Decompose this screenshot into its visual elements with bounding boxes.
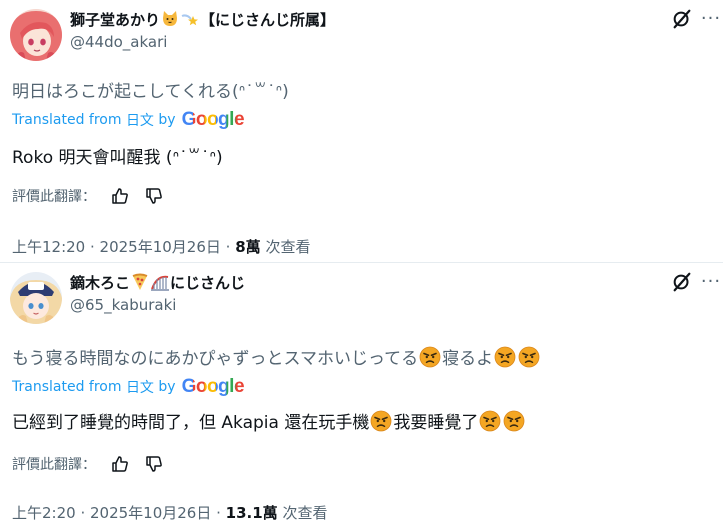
name-suffix[interactable]: にじさんじ [170, 272, 245, 293]
grok-slash-icon[interactable] [671, 271, 693, 293]
source-language: 日文 [125, 380, 154, 396]
more-options-icon[interactable]: ··· [699, 8, 723, 30]
views-count: 8萬 [235, 238, 261, 256]
angry-face-emoji-icon [518, 346, 540, 368]
rate-translation-label: 評價此翻譯： [12, 457, 96, 473]
tweet-meta: 上午2:20 · 2025年10月26日 · 13.1萬 次查看 [12, 504, 328, 522]
thumbs-up-icon[interactable] [110, 186, 130, 206]
pizza-emoji-icon [132, 273, 148, 290]
handle[interactable]: @44do_akari [70, 33, 167, 51]
display-name[interactable]: 鏑木ろこ [70, 272, 130, 293]
original-text: 明日はろこが起こしてくれる(ᐢ˙꒳˙ᐢ) [12, 82, 289, 102]
thumbs-down-icon[interactable] [144, 454, 164, 474]
translated-from-prefix: Translated from [12, 379, 122, 395]
angry-face-emoji-icon [419, 346, 441, 368]
translated-from-google[interactable]: Translated from 日文 by Google [12, 376, 245, 398]
views-label: 次查看 [282, 504, 328, 522]
google-logo: Google [181, 376, 245, 398]
grok-slash-icon[interactable] [671, 8, 693, 30]
angry-face-emoji-icon [479, 410, 501, 432]
angry-face-emoji-icon [494, 346, 516, 368]
tweet-2[interactable]: 鏑木ろこ にじさんじ @65_kaburaki ··· もう寝る時間なのにあかぴ… [0, 263, 723, 525]
avatar[interactable] [10, 9, 62, 61]
rate-translation-row: 評價此翻譯： [12, 454, 164, 474]
cat-face-emoji-icon [163, 11, 178, 26]
translated-text: 已經到了睡覺的時間了，但 Akapia 還在玩手機 我要睡覺了 [12, 408, 526, 433]
roller-coaster-emoji-icon [151, 275, 170, 291]
angry-face-emoji-icon [370, 410, 392, 432]
original-text: もう寝る時間なのにあかぴゃずっとスマホいじってる 寝るよ [12, 344, 541, 369]
more-options-icon[interactable]: ··· [699, 271, 723, 293]
translated-text: Roko 明天會叫醒我 (ᐢ˙꒳˙ᐢ) [12, 148, 223, 168]
tweet-1[interactable]: 獅子堂あかり 【にじさんじ所属】 @44do_akari ··· 明日はろこが起… [0, 0, 723, 262]
display-name-row[interactable]: 獅子堂あかり 【にじさんじ所属】 [70, 8, 335, 30]
handle[interactable]: @65_kaburaki [70, 296, 176, 314]
translated-text-part-a: 已經到了睡覺的時間了，但 Akapia 還在玩手機 [12, 413, 370, 433]
tweet-date[interactable]: 2025年10月26日 [100, 238, 221, 256]
google-letters: Google [181, 109, 245, 130]
views-label: 次查看 [265, 238, 311, 256]
avatar-image [10, 9, 62, 61]
display-name[interactable]: 獅子堂あかり [70, 9, 160, 30]
google-logo: Google [181, 109, 245, 131]
source-language: 日文 [125, 113, 154, 129]
by-label: by [158, 112, 176, 128]
translated-from-google[interactable]: Translated from 日文 by Google [12, 109, 245, 131]
translated-from-prefix: Translated from [12, 112, 122, 128]
angry-face-emoji-icon [503, 410, 525, 432]
by-label: by [158, 379, 176, 395]
avatar-image [10, 272, 62, 324]
thumbs-up-icon[interactable] [110, 454, 130, 474]
avatar[interactable] [10, 272, 62, 324]
original-text-part-b: 寝るよ [442, 349, 494, 369]
shooting-star-emoji-icon [181, 14, 199, 26]
rate-translation-label: 評價此翻譯： [12, 189, 96, 205]
display-name-row[interactable]: 鏑木ろこ にじさんじ [70, 271, 245, 293]
thumbs-down-icon[interactable] [144, 186, 164, 206]
original-text-part-a: もう寝る時間なのにあかぴゃずっとスマホいじってる [12, 349, 419, 369]
google-letters: Google [181, 376, 245, 397]
tweet-meta: 上午12:20 · 2025年10月26日 · 8萬 次查看 [12, 238, 311, 256]
views-count: 13.1萬 [225, 504, 278, 522]
tweet-time[interactable]: 上午12:20 [12, 238, 85, 256]
affiliation-label[interactable]: 【にじさんじ所属】 [200, 9, 335, 30]
translated-text-part-b: 我要睡覺了 [393, 413, 479, 433]
tweet-date[interactable]: 2025年10月26日 [90, 504, 211, 522]
tweet-time[interactable]: 上午2:20 [12, 504, 76, 522]
rate-translation-row: 評價此翻譯： [12, 186, 164, 206]
